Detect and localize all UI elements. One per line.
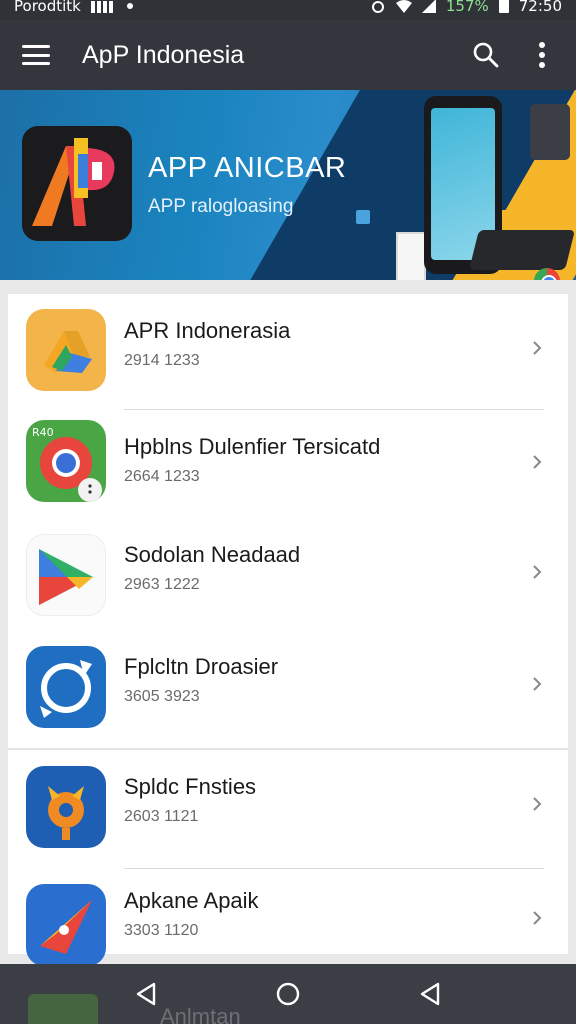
home-icon[interactable] <box>274 980 302 1008</box>
app-list: APR Indonerasia 2914 1233 R40 Hpblns Dul… <box>8 294 568 966</box>
app-meta: 2914 1233 <box>124 352 200 369</box>
menu-icon[interactable] <box>22 45 50 65</box>
app-name: Apkane Apaik <box>124 888 259 913</box>
app-name: Fplcltn Droasier <box>124 654 279 679</box>
cube-decoration <box>356 210 370 224</box>
list-item[interactable]: Sodolan Neadaad 2963 1222 <box>8 518 568 630</box>
battery-percent: 157% <box>445 0 489 15</box>
cell-signal-icon <box>421 0 436 13</box>
chevron-right-icon <box>533 455 542 469</box>
drive-style-icon <box>26 309 106 391</box>
app-meta: 3605 3923 <box>124 688 200 705</box>
calculator-illustration <box>530 104 570 160</box>
more-vert-icon <box>539 42 545 68</box>
status-right: 157% 72:50 <box>370 0 562 15</box>
app-name: Spldc Fnsties <box>124 774 257 799</box>
app-name: APR Indonerasia <box>124 318 291 343</box>
search-icon <box>473 42 499 68</box>
peek-text: Anlmtan <box>160 1004 241 1024</box>
dot-icon <box>126 3 133 9</box>
list-item[interactable]: Spldc Fnsties 2603 1121 <box>8 750 568 862</box>
status-left: Porodtitk <box>14 0 133 15</box>
play-style-icon <box>26 534 106 616</box>
peek-app-icon <box>28 994 98 1024</box>
app-logo <box>22 126 132 241</box>
app-meta: 2963 1222 <box>124 576 200 593</box>
divider <box>124 868 544 869</box>
app-name: Sodolan Neadaad <box>124 542 301 567</box>
plane-icon <box>26 884 106 966</box>
app-meta: 3303 1120 <box>124 922 199 939</box>
chrome-style-icon: R40 <box>26 420 106 502</box>
status-bar: Porodtitk 157% 72:50 <box>0 0 576 20</box>
icon-label: R40 <box>32 426 54 439</box>
banner-subtitle: APP ralogloasing <box>148 196 294 217</box>
page-title: ApP Indonesia <box>82 40 245 69</box>
carrier-label: Porodtitk <box>14 0 81 15</box>
promo-banner[interactable]: APP ANICBAR APP ralogloasing <box>0 90 576 280</box>
banner-title: APP ANICBAR <box>148 152 347 184</box>
app-name: Hpblns Dulenfier Tersicatd <box>124 434 381 459</box>
app-bar: ApP Indonesia <box>0 20 576 90</box>
list-item[interactable]: Fplcltn Droasier 3605 3923 <box>8 630 568 742</box>
more-options-button[interactable] <box>522 35 562 75</box>
chevron-right-icon <box>533 911 542 925</box>
box-decoration <box>396 232 426 280</box>
battery-icon <box>498 0 509 13</box>
chevron-right-icon <box>533 565 542 579</box>
circle-arrow-icon <box>26 646 106 728</box>
app-meta: 2603 1121 <box>124 808 199 825</box>
chevron-right-icon <box>533 677 542 691</box>
list-item[interactable]: APR Indonerasia 2914 1233 <box>8 294 568 406</box>
alarm-icon <box>371 1 384 13</box>
wifi-icon <box>395 0 412 13</box>
app-meta: 2664 1233 <box>124 468 200 485</box>
clock: 72:50 <box>518 0 562 15</box>
system-nav-bar: Anlmtan <box>0 964 576 1024</box>
chevron-right-icon <box>533 797 542 811</box>
tablet-illustration <box>469 230 575 270</box>
recents-icon[interactable] <box>416 980 444 1008</box>
chevron-right-icon <box>533 341 542 355</box>
signal-bars-icon <box>90 1 113 13</box>
back-icon[interactable] <box>132 980 160 1008</box>
search-button[interactable] <box>466 35 506 75</box>
gear-fox-icon <box>26 766 106 848</box>
list-item[interactable]: R40 Hpblns Dulenfier Tersicatd 2664 1233 <box>8 410 568 522</box>
